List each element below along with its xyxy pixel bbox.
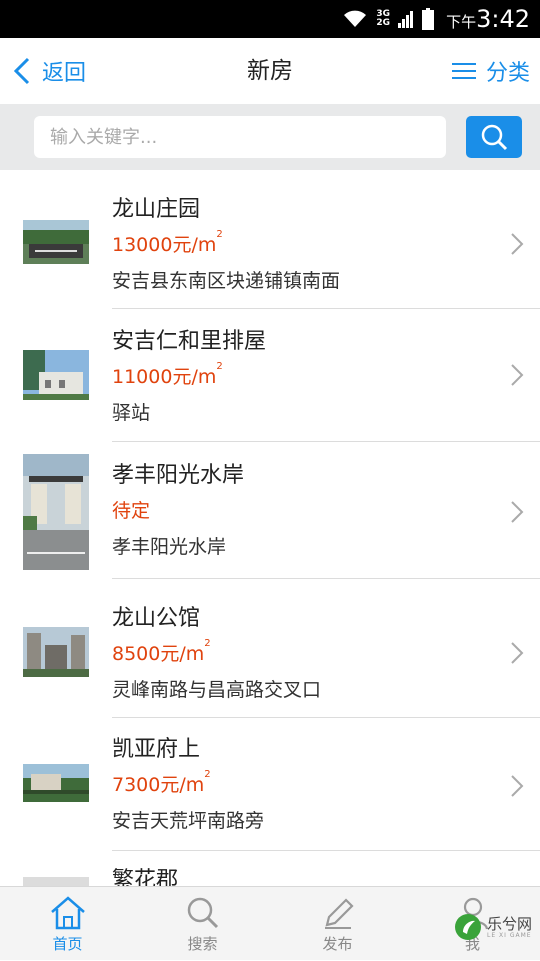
watermark-logo-icon — [454, 914, 481, 940]
chevron-right-icon — [511, 775, 524, 797]
property-thumbnail — [23, 627, 89, 677]
property-name: 凯亚府上 — [112, 737, 201, 762]
category-label: 分类 — [485, 61, 530, 86]
menu-icon — [451, 63, 476, 79]
property-name: 孝丰阳光水岸 — [112, 463, 245, 488]
property-address: 安吉天荒坪南路旁 — [112, 810, 265, 832]
item-info: 孝丰阳光水岸 待定 孝丰阳光水岸 — [112, 460, 500, 562]
property-thumbnail — [23, 454, 89, 570]
list-item[interactable]: 龙山庄园 13000元/m2 安吉县东南区块递铺镇南面 — [0, 170, 540, 308]
search-input[interactable] — [34, 116, 446, 158]
status-bar: 3G 2G 下午3:42 — [0, 0, 540, 38]
property-address: 灵峰南路与昌高路交叉口 — [112, 679, 322, 701]
navigation-bar: 返回 新房 分类 — [0, 38, 540, 104]
property-thumbnail — [23, 350, 89, 400]
list-item[interactable]: 龙山公馆 8500元/m2 灵峰南路与昌高路交叉口 — [0, 579, 540, 717]
property-name: 龙山公馆 — [112, 606, 201, 631]
tab-search[interactable]: 搜索 — [135, 887, 270, 961]
search-icon — [481, 124, 508, 151]
chevron-right-icon — [511, 233, 524, 255]
property-price: 待定 — [112, 500, 151, 522]
list-item[interactable]: 孝丰阳光水岸 待定 孝丰阳光水岸 — [0, 442, 540, 578]
home-icon — [50, 896, 85, 930]
tab-label: 搜索 — [187, 935, 218, 953]
property-name: 繁花郡 — [112, 868, 179, 886]
network-type: 3G 2G — [376, 9, 391, 28]
chevron-right-icon — [511, 364, 524, 386]
item-info: 繁花郡 — [112, 865, 500, 886]
property-address: 安吉县东南区块递铺镇南面 — [112, 270, 341, 292]
list-item[interactable]: 安吉仁和里排屋 11000元/m2 驿站 — [0, 309, 540, 441]
item-info: 安吉仁和里排屋 11000元/m2 驿站 — [112, 326, 500, 428]
property-address: 孝丰阳光水岸 — [112, 536, 227, 558]
category-button[interactable]: 分类 — [451, 52, 530, 90]
property-price: 11000元/m2 — [112, 361, 223, 389]
signal-icon — [398, 11, 414, 28]
chevron-right-icon — [511, 642, 524, 664]
list-item[interactable]: 繁花郡 — [0, 851, 540, 886]
watermark-text: 乐兮网 LE XI GAME — [486, 914, 532, 939]
wifi-icon — [344, 10, 367, 27]
property-price: 13000元/m2 — [112, 229, 223, 257]
item-info: 龙山公馆 8500元/m2 灵峰南路与昌高路交叉口 — [112, 603, 500, 705]
battery-icon — [422, 8, 435, 30]
property-name: 安吉仁和里排屋 — [112, 329, 267, 354]
tab-home[interactable]: 首页 — [0, 887, 135, 961]
property-list: 龙山庄园 13000元/m2 安吉县东南区块递铺镇南面 安吉仁和里排屋 1100… — [0, 170, 540, 886]
property-thumbnail — [23, 764, 89, 802]
search-button[interactable] — [466, 116, 522, 158]
back-label: 返回 — [42, 61, 87, 86]
property-name: 龙山庄园 — [112, 197, 201, 222]
search-icon — [187, 897, 218, 929]
property-thumbnail — [23, 877, 89, 886]
list-item[interactable]: 凯亚府上 7300元/m2 安吉天荒坪南路旁 — [0, 718, 540, 850]
item-info: 龙山庄园 13000元/m2 安吉县东南区块递铺镇南面 — [112, 194, 500, 296]
tab-publish[interactable]: 发布 — [270, 887, 405, 961]
back-button[interactable]: 返回 — [12, 52, 86, 90]
property-thumbnail — [23, 220, 89, 264]
tab-label: 发布 — [322, 935, 353, 953]
chevron-right-icon — [511, 501, 524, 523]
status-time: 下午3:42 — [446, 5, 530, 33]
pencil-icon — [324, 898, 354, 929]
item-info: 凯亚府上 7300元/m2 安吉天荒坪南路旁 — [112, 734, 500, 836]
search-bar — [0, 104, 540, 170]
property-price: 7300元/m2 — [112, 769, 211, 797]
property-price: 8500元/m2 — [112, 638, 211, 666]
chevron-left-icon — [13, 57, 30, 85]
tab-label: 首页 — [52, 935, 83, 953]
status-indicators: 3G 2G 下午3:42 — [342, 4, 530, 34]
watermark: 乐兮网 LE XI GAME — [453, 912, 532, 942]
property-address: 驿站 — [112, 402, 151, 424]
